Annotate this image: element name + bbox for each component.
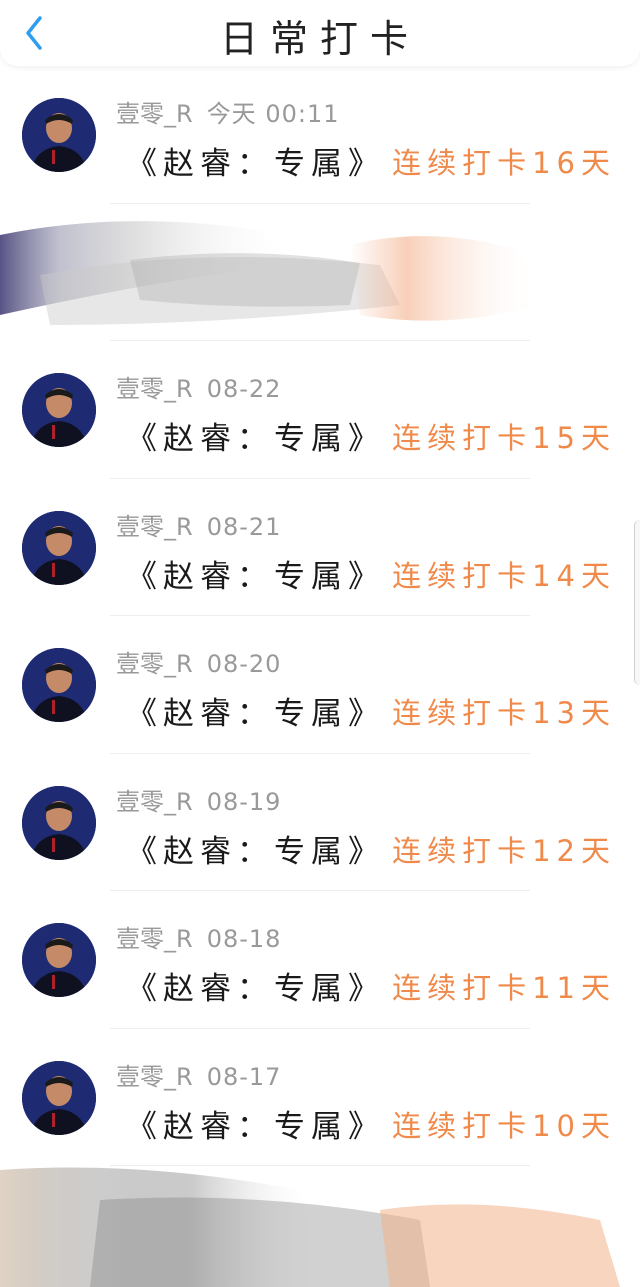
post-date: 08-18 xyxy=(206,925,282,953)
streak-label: 连续打卡12天 xyxy=(392,833,616,868)
checkin-name: 《赵睿：专属》 xyxy=(126,696,385,732)
post-date: 今天 00:11 xyxy=(206,100,340,128)
list-item[interactable]: 壹零_R 08-22 《赵睿：专属》 连续打卡15天 xyxy=(0,341,640,479)
checkin-name: 《赵睿：专属》 xyxy=(126,833,385,870)
avatar xyxy=(22,648,96,722)
list-item[interactable]: 壹零_R 今天 00:11 《赵睿：专属》 连续打卡16天 xyxy=(0,66,640,204)
list-item[interactable]: 壹零_R 08-17 《赵睿：专属》 连续打卡10天 xyxy=(0,1029,640,1166)
post-meta: 壹零_R 08-18 xyxy=(116,919,281,954)
checkin-name: 《赵睿：专属》 xyxy=(126,421,385,457)
avatar xyxy=(22,923,96,997)
post-date: 08-19 xyxy=(206,787,282,816)
username[interactable]: 壹零_R xyxy=(116,100,193,128)
avatar xyxy=(22,98,96,172)
post-meta: 壹零_R 08-20 xyxy=(116,644,281,679)
post-meta: 壹零_R 08-17 xyxy=(116,1057,281,1092)
post-date: 08-20 xyxy=(206,650,282,678)
post-meta: 壹零_R 08-21 xyxy=(116,507,281,542)
top-bar: 日常打卡 xyxy=(0,0,640,66)
streak-label: 连续打卡16天 xyxy=(392,146,616,180)
username[interactable]: 壹零_R xyxy=(116,1063,193,1091)
streak-label: 连续打卡13天 xyxy=(392,696,616,730)
avatar xyxy=(22,510,96,585)
username[interactable]: 壹零_R xyxy=(116,375,193,403)
streak-label: 连续打卡10天 xyxy=(392,1108,616,1143)
username[interactable]: 壹零_R xyxy=(116,513,193,541)
page-title: 日常打卡 xyxy=(219,17,420,61)
post-date: 08-22 xyxy=(206,375,282,403)
streak-label: 连续打卡14天 xyxy=(392,558,616,593)
post-date: 08-17 xyxy=(206,1062,282,1091)
avatar xyxy=(22,785,96,860)
list-item[interactable]: 壹零_R 08-21 《赵睿：专属》 连续打卡14天 xyxy=(0,479,640,616)
username[interactable]: 壹零_R xyxy=(116,650,193,678)
avatar xyxy=(22,373,96,447)
list-item-redacted xyxy=(0,1166,640,1287)
post-meta: 壹零_R 08-22 xyxy=(116,369,281,404)
list-item-redacted xyxy=(0,204,640,341)
scroll-indicator[interactable] xyxy=(634,520,640,685)
post-meta: 壹零_R 08-19 xyxy=(116,782,281,817)
username[interactable]: 壹零_R xyxy=(116,788,193,816)
list-item[interactable]: 壹零_R 08-20 《赵睿：专属》 连续打卡13天 xyxy=(0,616,640,754)
post-meta: 壹零_R 今天 00:11 xyxy=(116,94,339,129)
checkin-name: 《赵睿：专属》 xyxy=(126,146,385,182)
checkin-list: 壹零_R 今天 00:11 《赵睿：专属》 连续打卡16天 壹零_R 08-22 《… xyxy=(0,66,640,1287)
checkin-name: 《赵睿：专属》 xyxy=(126,971,385,1007)
list-item[interactable]: 壹零_R 08-19 《赵睿：专属》 连续打卡12天 xyxy=(0,754,640,891)
checkin-name: 《赵睿：专属》 xyxy=(126,1108,385,1145)
post-date: 08-21 xyxy=(206,512,282,541)
list-item[interactable]: 壹零_R 08-18 《赵睿：专属》 连续打卡11天 xyxy=(0,891,640,1029)
streak-label: 连续打卡11天 xyxy=(392,971,616,1005)
username[interactable]: 壹零_R xyxy=(116,925,193,953)
streak-label: 连续打卡15天 xyxy=(392,421,616,455)
checkin-name: 《赵睿：专属》 xyxy=(126,558,385,595)
avatar xyxy=(22,1060,96,1135)
